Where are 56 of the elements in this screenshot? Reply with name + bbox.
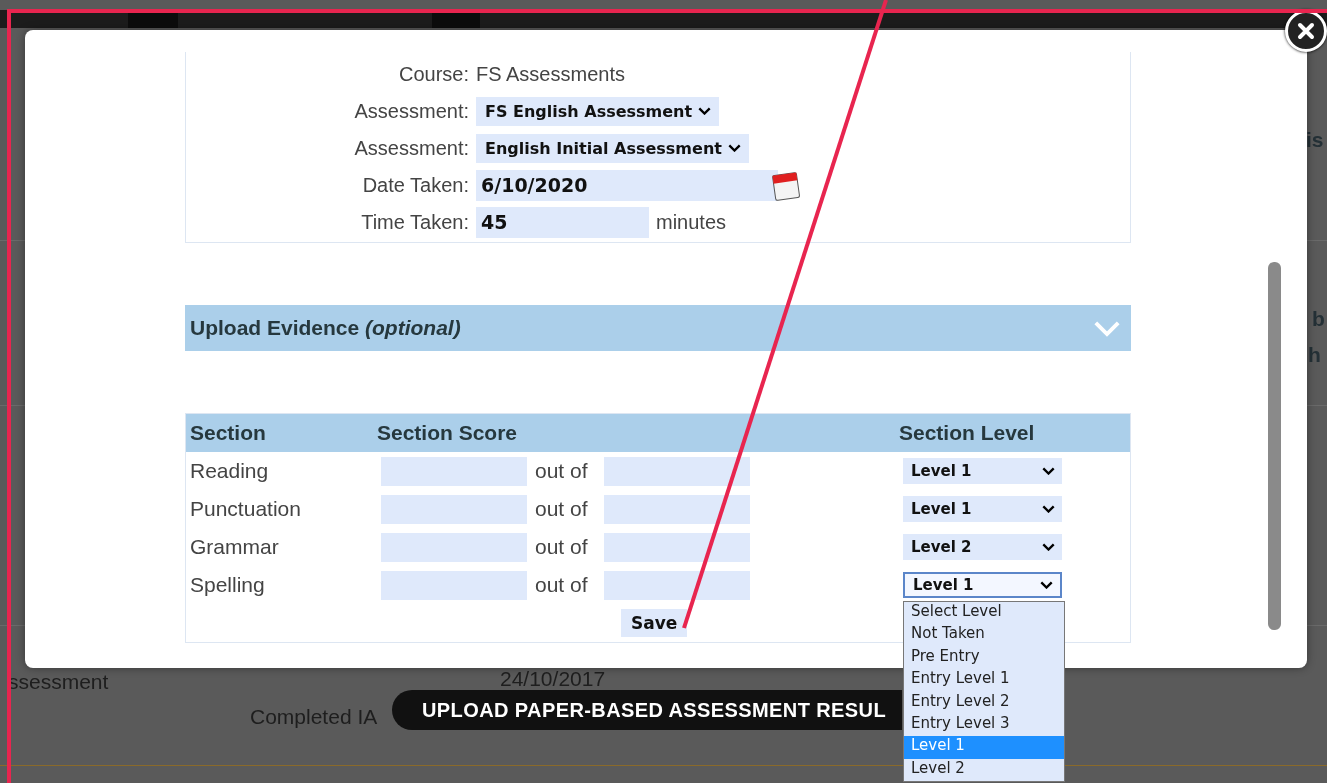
chevron-icon (727, 144, 741, 152)
assessment-select[interactable]: English Initial Assessment (476, 133, 749, 163)
score-field[interactable] (381, 494, 527, 524)
score-field[interactable] (381, 532, 527, 562)
table-cell: Completed IA (250, 705, 378, 729)
field-label: Time Taken: (361, 210, 470, 234)
level-select[interactable]: Level 2 (903, 534, 1062, 560)
column-header: Section Level (899, 421, 1035, 445)
score-field[interactable] (381, 456, 527, 486)
assessment-select[interactable]: FS English Assessment (476, 96, 720, 126)
level-option[interactable]: Pre Entry (904, 646, 1064, 670)
chevron-icon (1040, 581, 1053, 589)
section-name: Reading (189, 459, 270, 483)
level-select[interactable]: Level 1 (903, 572, 1062, 598)
save-button[interactable]: Save (621, 609, 688, 637)
field-label: Assessment: (354, 99, 470, 123)
chevron-icon (1093, 319, 1121, 337)
column-header: Section Score (377, 421, 519, 445)
field-label: Date Taken: (362, 173, 470, 197)
scrollbar[interactable] (1268, 262, 1281, 630)
level-select[interactable]: Level 1 (903, 496, 1062, 522)
field-value: FS Assessments (476, 62, 625, 86)
max-score-field[interactable] (604, 570, 750, 600)
out-of-label: out of (534, 459, 589, 483)
section-name: Grammar (189, 535, 280, 559)
field-label: Assessment: (354, 136, 470, 160)
chevron-icon (698, 107, 712, 115)
column-header: Section (189, 421, 267, 445)
max-score-field[interactable] (604, 456, 750, 486)
level-option[interactable]: Entry Level 2 (904, 691, 1064, 714)
out-of-label: out of (534, 573, 589, 597)
chevron-icon (1042, 505, 1055, 513)
out-of-label: out of (534, 535, 589, 559)
unit-label: minutes (656, 210, 727, 234)
chevron-icon (1042, 543, 1055, 551)
level-option[interactable]: Entry Level 3 (904, 713, 1064, 737)
table-cell: ssessment (8, 670, 109, 694)
chevron-icon (1042, 467, 1055, 475)
max-score-field[interactable] (604, 494, 750, 524)
section-name: Spelling (189, 573, 266, 597)
level-option[interactable]: Entry Level 1 (904, 669, 1064, 692)
level-option[interactable]: Not Taken (904, 624, 1064, 647)
level-option[interactable]: Select Level (904, 602, 1064, 625)
max-score-field[interactable] (604, 532, 750, 562)
upload-button[interactable]: UPLOAD PAPER-BASED ASSESSMENT RESUL (392, 690, 902, 730)
date-field[interactable]: 6/10/2020 (476, 169, 778, 201)
out-of-label: out of (534, 497, 589, 521)
field-label: Course: (398, 62, 470, 86)
close-icon (1297, 22, 1315, 40)
section-name: Punctuation (189, 497, 302, 521)
level-option[interactable]: Level 2 (904, 758, 1064, 782)
level-select[interactable]: Level 1 (903, 458, 1062, 484)
score-field[interactable] (381, 570, 527, 600)
table-cell: 24/10/2017 (500, 667, 606, 691)
time-field[interactable]: 45 (476, 206, 649, 238)
upload-evidence-header[interactable]: Upload Evidence (optional) (185, 305, 1131, 351)
